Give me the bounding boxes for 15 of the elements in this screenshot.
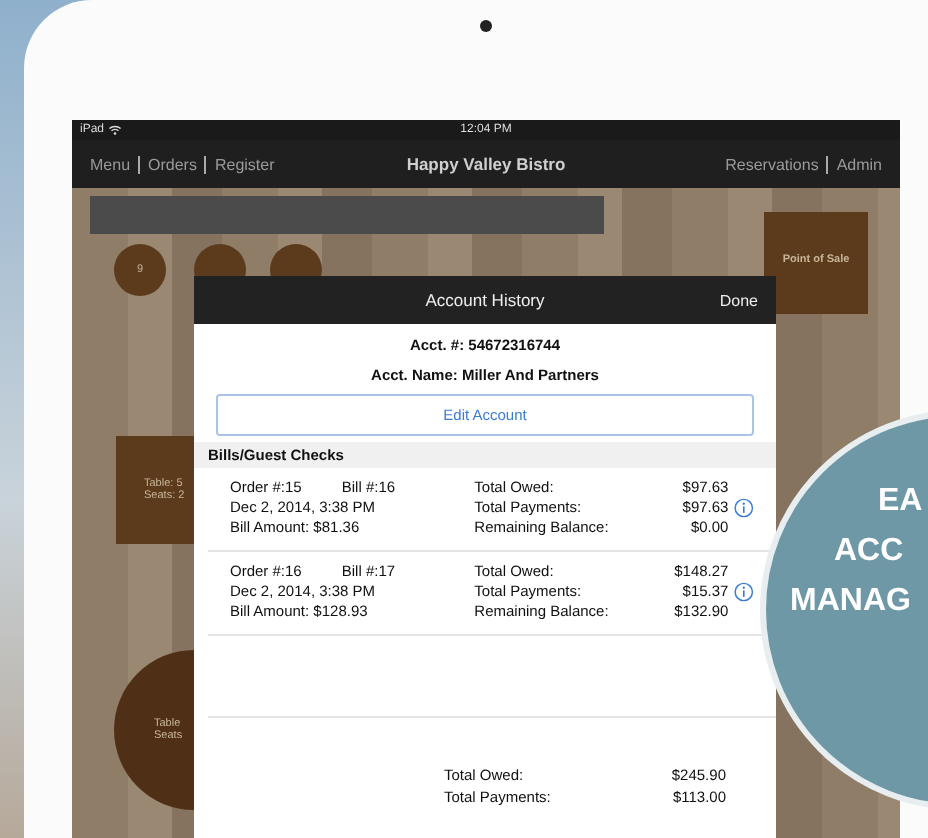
restaurant-title: Happy Valley Bistro — [406, 154, 566, 174]
info-icon[interactable] — [734, 498, 755, 518]
info-icon[interactable] — [734, 582, 755, 602]
nav-link[interactable]: Admin — [836, 155, 882, 173]
badge-text: ACC — [832, 532, 906, 572]
done-button[interactable]: Done — [719, 291, 758, 309]
badge-text: EA — [876, 482, 925, 522]
nav-link[interactable]: Register — [214, 155, 275, 173]
nav-link[interactable]: Reservations — [725, 155, 819, 173]
dialog-title: Account History — [425, 290, 545, 310]
nav-link[interactable]: Orders — [148, 155, 197, 173]
badge-text: MANAG — [788, 582, 913, 622]
wifi-icon — [108, 124, 123, 136]
nav-link[interactable]: Menu — [90, 155, 131, 173]
camera-icon — [480, 20, 492, 32]
